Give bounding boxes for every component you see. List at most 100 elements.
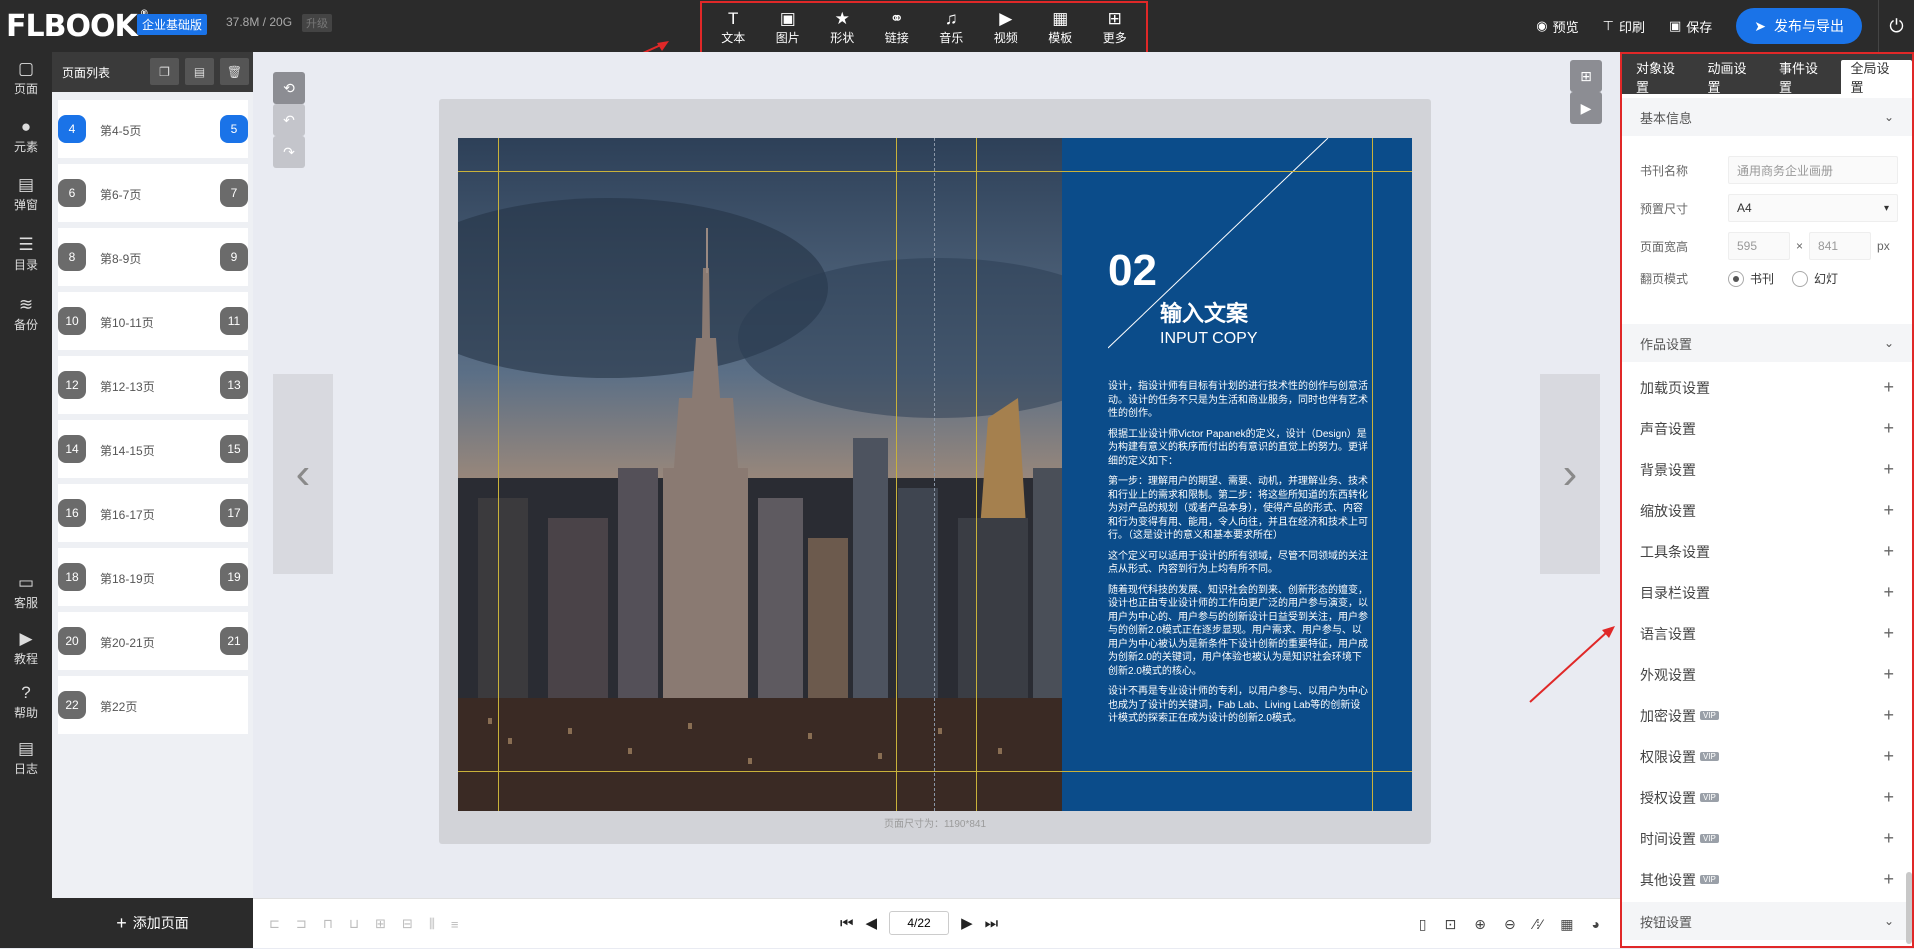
nav-page[interactable]: ▢ 页面	[0, 58, 52, 97]
settings-tab[interactable]: 事件设置	[1769, 60, 1841, 95]
settings-item[interactable]: 语言设置 +	[1622, 613, 1912, 654]
work-settings-header[interactable]: 作品设置 ⌄	[1622, 324, 1912, 362]
align-bottom-icon[interactable]: ⊔	[349, 916, 359, 932]
next-page-icon[interactable]: ▶	[961, 914, 973, 932]
settings-item[interactable]: 声音设置 +	[1622, 408, 1912, 449]
page-spread[interactable]: 02 输入文案 INPUT COPY 设计，指设计师有目标有计划的进行技术性的创…	[458, 138, 1412, 811]
preset-size-select[interactable]: A4 ▾	[1728, 194, 1898, 222]
preview-button[interactable]: ◉ 预览	[1536, 17, 1578, 36]
tool-link[interactable]: ⚭ 链接	[873, 9, 921, 46]
settings-item[interactable]: 加密设置 VIP +	[1622, 695, 1912, 736]
settings-item[interactable]: 缩放设置 +	[1622, 490, 1912, 531]
nav-popup[interactable]: ▤ 弹窗	[0, 174, 52, 213]
page-spread-item[interactable]: 6 第6-7页 7	[58, 164, 248, 222]
flip-slide-radio[interactable]	[1792, 270, 1809, 287]
nav-elements[interactable]: ● 元素	[0, 116, 52, 155]
align-right-icon[interactable]: ⊐	[296, 916, 307, 932]
history-icon[interactable]: ⟲	[273, 72, 305, 104]
copy-page-icon[interactable]: ❐	[150, 58, 179, 85]
undo-icon[interactable]: ↶	[273, 104, 305, 136]
upgrade-button[interactable]: 升级	[302, 14, 332, 32]
page-spread-item[interactable]: 16 第16-17页 17	[58, 484, 248, 542]
city-photo[interactable]	[458, 138, 1062, 811]
page-spread-item[interactable]: 10 第10-11页 11	[58, 292, 248, 350]
nav-tutorial[interactable]: ▶ 教程	[0, 628, 52, 667]
nav-backup[interactable]: ≋ 备份	[0, 294, 52, 333]
page-height-input[interactable]: 841	[1809, 232, 1872, 260]
nav-chat[interactable]: ▭ 客服	[0, 572, 52, 611]
page-spread-item[interactable]: 8 第8-9页 9	[58, 228, 248, 286]
button-settings-header[interactable]: 按钮设置 ⌄	[1622, 902, 1912, 940]
zoom-out-icon[interactable]: ⊖	[1504, 916, 1516, 933]
first-page-icon[interactable]: ⏮	[840, 915, 854, 932]
guides-icon[interactable]: ⁄⁞⁄	[1534, 916, 1543, 932]
tool-image[interactable]: ▣ 图片	[764, 9, 812, 46]
settings-item[interactable]: 权限设置 VIP +	[1622, 736, 1912, 777]
page-spread-item[interactable]: 4 第4-5页 5	[58, 100, 248, 158]
section-subtitle[interactable]: INPUT COPY	[1160, 330, 1258, 348]
section-number[interactable]: 02	[1108, 246, 1157, 296]
nav-log[interactable]: ▤ 日志	[0, 738, 52, 777]
settings-item[interactable]: 时间设置 VIP +	[1622, 818, 1912, 859]
settings-tab[interactable]: 对象设置	[1626, 60, 1698, 95]
zoom-in-icon[interactable]: ⊕	[1474, 916, 1486, 933]
page-spread-item[interactable]: 22 第22页	[58, 676, 248, 734]
flip-book-radio[interactable]	[1728, 270, 1744, 287]
power-icon[interactable]: ⏻	[1878, 0, 1914, 52]
settings-tab[interactable]: 全局设置	[1840, 60, 1912, 95]
single-page-icon[interactable]: ▯	[1419, 916, 1427, 933]
page-list-scroll[interactable]: 4 第4-5页 5 6 第6-7页 7 8 第8-9页 9 10 第10-11页 11 12 第12-13…	[52, 92, 253, 898]
settings-tab[interactable]: 动画设置	[1698, 60, 1770, 95]
nav-toc[interactable]: ☰ 目录	[0, 234, 52, 273]
settings-item[interactable]: 背景设置 +	[1622, 449, 1912, 490]
align-center-v-icon[interactable]: ⊞	[375, 916, 386, 932]
add-page-button[interactable]: + 添加页面	[52, 898, 253, 948]
print-button[interactable]: ⊤ 印刷	[1603, 17, 1645, 36]
add-layer-icon[interactable]: ⊞	[1570, 60, 1602, 92]
prev-page-arrow[interactable]: ‹	[273, 374, 333, 574]
redo-icon[interactable]: ↷	[273, 136, 305, 168]
basic-info-header[interactable]: 基本信息 ⌄	[1622, 98, 1912, 136]
settings-item[interactable]: 授权设置 VIP +	[1622, 777, 1912, 818]
settings-item[interactable]: 加载页设置 +	[1622, 367, 1912, 408]
align-left-icon[interactable]: ⊏	[269, 916, 280, 932]
duplicate-page-icon[interactable]: ▤	[185, 58, 214, 85]
settings-item[interactable]: 其他设置 VIP +	[1622, 859, 1912, 900]
play-preview-icon[interactable]: ▶	[1570, 92, 1602, 124]
tool-play-circle[interactable]: ▶ 视频	[982, 9, 1030, 46]
tool-template[interactable]: ▦ 模板	[1036, 9, 1084, 46]
tool-more[interactable]: ⊞ 更多	[1091, 9, 1139, 46]
section-title[interactable]: 输入文案	[1160, 296, 1248, 328]
grid-icon[interactable]: ▦	[1560, 916, 1573, 933]
text-page[interactable]: 02 输入文案 INPUT COPY 设计，指设计师有目标有计划的进行技术性的创…	[1062, 138, 1412, 811]
tool-star[interactable]: ★ 形状	[818, 9, 866, 46]
eye-toggle-icon[interactable]: ◕	[1592, 916, 1600, 932]
settings-item[interactable]: 外观设置 +	[1622, 654, 1912, 695]
settings-item[interactable]: 工具条设置 +	[1622, 531, 1912, 572]
page-number-input[interactable]	[889, 911, 950, 935]
next-page-arrow[interactable]: ›	[1540, 374, 1600, 574]
book-name-input[interactable]: 通用商务企业画册	[1728, 156, 1898, 184]
page-spread-item[interactable]: 12 第12-13页 13	[58, 356, 248, 414]
scrollbar[interactable]	[1906, 872, 1912, 944]
page-spread-item[interactable]: 18 第18-19页 19	[58, 548, 248, 606]
publish-export-button[interactable]: ➤ 发布与导出	[1736, 8, 1862, 44]
align-top-icon[interactable]: ⊓	[323, 916, 333, 932]
distribute-h-icon[interactable]: ⫼	[429, 916, 435, 932]
nav-help[interactable]: ? 帮助	[0, 682, 52, 721]
distribute-v-icon[interactable]: ≡	[451, 917, 459, 932]
tool-music[interactable]: ♫ 音乐	[927, 9, 975, 46]
prev-page-icon[interactable]: ◀	[866, 914, 878, 932]
save-button[interactable]: ▣ 保存	[1669, 17, 1712, 36]
page-spread-item[interactable]: 20 第20-21页 21	[58, 612, 248, 670]
body-text[interactable]: 设计，指设计师有目标有计划的进行技术性的创作与创意活动。设计的任务不只是为生活和…	[1108, 380, 1368, 733]
trash-icon[interactable]: 🗑	[220, 58, 249, 85]
settings-item[interactable]: 目录栏设置 +	[1622, 572, 1912, 613]
insert-toolbar: T 文本 ▣ 图片 ★ 形状 ⚭ 链接 ♫ 音乐 ▶ 视频 ▦ 模板 ⊞ 更多	[700, 1, 1148, 54]
fit-width-icon[interactable]: ⊡	[1445, 916, 1457, 933]
align-center-h-icon[interactable]: ⊟	[402, 916, 413, 932]
page-width-input[interactable]: 595	[1728, 232, 1790, 260]
last-page-icon[interactable]: ⏭	[985, 915, 999, 932]
page-spread-item[interactable]: 14 第14-15页 15	[58, 420, 248, 478]
tool-text[interactable]: T 文本	[709, 9, 757, 46]
